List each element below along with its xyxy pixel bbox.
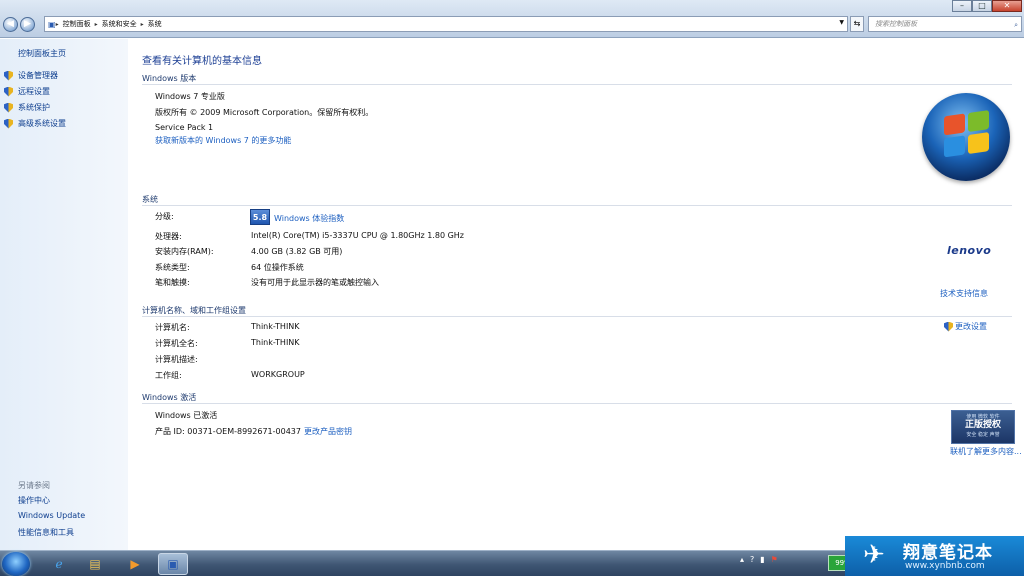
divider <box>142 316 1012 317</box>
genuine-software-badge[interactable]: 使用 微软 软件 正版授权 安全 稳定 声誉 <box>951 410 1015 444</box>
shield-icon <box>4 70 13 81</box>
system-window: – □ ✕ ◀ ▶ ▣ ▸ 控制面板 ▸ 系统和安全 ▸ 系统 ▼ ⇆ 搜索控制… <box>0 0 1024 550</box>
breadcrumb-system[interactable]: 系统 <box>148 19 162 29</box>
page-title: 查看有关计算机的基本信息 <box>142 56 262 67</box>
divider <box>142 403 1012 404</box>
address-bar[interactable]: ▣ ▸ 控制面板 ▸ 系统和安全 ▸ 系统 ▼ <box>44 16 848 32</box>
sidebar-item-system-protection[interactable]: 系统保护 <box>4 102 50 113</box>
start-button[interactable] <box>2 552 30 576</box>
site-watermark: ✈ 翔意笔记本 www.xynbnb.com <box>845 536 1024 576</box>
control-panel-taskbar-icon[interactable]: ▣ <box>158 553 188 575</box>
change-product-key-link[interactable]: 更改产品密钥 <box>304 426 352 437</box>
minimize-button[interactable]: – <box>952 0 972 12</box>
network-icon[interactable]: ▮ <box>760 555 764 564</box>
ram-label: 安装内存(RAM): <box>155 247 214 256</box>
genuine-badge-top: 使用 微软 软件 <box>966 414 1000 420</box>
shield-icon <box>944 321 953 332</box>
lenovo-logo: lenovo <box>947 244 992 257</box>
breadcrumb-separator: ▸ <box>140 20 144 28</box>
edition-name: Windows 7 专业版 <box>155 92 225 101</box>
section-edition: Windows 版本 <box>142 74 197 83</box>
processor-value: Intel(R) Core(TM) i5-3337U CPU @ 1.80GHz… <box>251 231 464 240</box>
forward-button[interactable]: ▶ <box>20 17 35 32</box>
refresh-button[interactable]: ⇆ <box>850 16 864 32</box>
sidebar-item-label: 系统保护 <box>18 103 50 112</box>
watermark-title: 翔意笔记本 <box>903 543 993 563</box>
pen-touch-value: 没有可用于此显示器的笔或触控输入 <box>251 278 379 287</box>
see-also-action-center[interactable]: 操作中心 <box>18 495 50 506</box>
copyright-text: 版权所有 © 2009 Microsoft Corporation。保留所有权利… <box>155 108 374 117</box>
sidebar-home-link[interactable]: 控制面板主页 <box>18 48 66 59</box>
search-input[interactable]: 搜索控制面板 ⌕ <box>868 16 1022 32</box>
section-activation: Windows 激活 <box>142 393 197 402</box>
sidebar: 控制面板主页 设备管理器 远程设置 系统保护 高级系统设置 另请参阅 操作中心 … <box>0 39 128 550</box>
search-placeholder: 搜索控制面板 <box>875 20 917 28</box>
sidebar-item-label: 高级系统设置 <box>18 119 66 128</box>
shield-icon <box>4 102 13 113</box>
search-icon[interactable]: ⌕ <box>1014 18 1018 32</box>
learn-more-link[interactable]: 联机了解更多内容... <box>950 446 1022 457</box>
change-settings-label: 更改设置 <box>955 322 987 331</box>
folder-icon[interactable]: ▤ <box>80 553 110 575</box>
experience-index-link[interactable]: Windows 体验指数 <box>274 213 344 224</box>
section-computer-name: 计算机名称、域和工作组设置 <box>142 306 246 315</box>
bird-logo-icon: ✈ <box>863 540 885 570</box>
back-button[interactable]: ◀ <box>3 17 18 32</box>
close-button[interactable]: ✕ <box>992 0 1022 12</box>
system-type-label: 系统类型: <box>155 263 190 272</box>
chevron-down-icon[interactable]: ▼ <box>839 19 844 26</box>
breadcrumb-control-panel[interactable]: 控制面板 <box>63 19 91 29</box>
genuine-badge-main: 正版授权 <box>964 420 1001 430</box>
experience-score-badge[interactable]: 5.8 <box>250 209 270 225</box>
control-panel-icon: ▣ <box>48 19 56 29</box>
sidebar-item-advanced-settings[interactable]: 高级系统设置 <box>4 118 66 129</box>
help-tray-icon[interactable]: ? <box>750 555 754 564</box>
main-content: 查看有关计算机的基本信息 Windows 版本 Windows 7 专业版 版权… <box>128 39 1024 550</box>
see-also-title: 另请参阅 <box>18 481 50 490</box>
breadcrumb-system-security[interactable]: 系统和安全 <box>102 19 137 29</box>
service-pack: Service Pack 1 <box>155 123 214 132</box>
see-also-windows-update[interactable]: Windows Update <box>18 511 85 520</box>
windows-logo-icon <box>922 93 1010 181</box>
flag-icon[interactable]: ⚑ <box>771 555 778 564</box>
activation-status: Windows 已激活 <box>155 411 218 420</box>
change-settings-link[interactable]: 更改设置 <box>944 321 987 332</box>
sidebar-item-remote-settings[interactable]: 远程设置 <box>4 86 50 97</box>
caption-buttons: – □ ✕ <box>952 0 1022 12</box>
watermark-url: www.xynbnb.com <box>905 561 985 571</box>
full-name-label: 计算机全名: <box>155 339 198 348</box>
sidebar-item-label: 远程设置 <box>18 87 50 96</box>
tray-arrow-icon[interactable]: ▴ <box>740 555 744 564</box>
maximize-button[interactable]: □ <box>972 0 992 12</box>
title-bar: – □ ✕ ◀ ▶ ▣ ▸ 控制面板 ▸ 系统和安全 ▸ 系统 ▼ ⇆ 搜索控制… <box>0 0 1024 38</box>
media-player-icon[interactable]: ▶ <box>120 553 150 575</box>
sidebar-item-device-manager[interactable]: 设备管理器 <box>4 70 58 81</box>
processor-label: 处理器: <box>155 232 182 241</box>
rating-label: 分级: <box>155 212 174 221</box>
shield-icon <box>4 86 13 97</box>
pen-touch-label: 笔和触摸: <box>155 278 190 287</box>
shield-icon <box>4 118 13 129</box>
ram-value: 4.00 GB (3.82 GB 可用) <box>251 247 343 256</box>
system-tray: ▴ ? ▮ ⚑ <box>740 555 778 564</box>
support-info-link[interactable]: 技术支持信息 <box>940 288 988 299</box>
internet-explorer-icon[interactable]: ℯ <box>44 553 74 575</box>
see-also-performance[interactable]: 性能信息和工具 <box>18 527 74 538</box>
workgroup-value: WORKGROUP <box>251 370 305 379</box>
full-name-value: Think-THINK <box>251 338 300 347</box>
more-features-link[interactable]: 获取新版本的 Windows 7 的更多功能 <box>155 135 291 146</box>
genuine-badge-bottom: 安全 稳定 声誉 <box>966 432 1000 438</box>
computer-name-label: 计算机名: <box>155 323 190 332</box>
breadcrumb-separator: ▸ <box>55 20 59 28</box>
computer-name-value: Think-THINK <box>251 322 300 331</box>
workgroup-label: 工作组: <box>155 371 182 380</box>
divider <box>142 205 1012 206</box>
breadcrumb-separator: ▸ <box>94 20 98 28</box>
sidebar-item-label: 设备管理器 <box>18 71 58 80</box>
section-system: 系统 <box>142 195 158 204</box>
divider <box>142 84 1012 85</box>
description-label: 计算机描述: <box>155 355 198 364</box>
product-id: 产品 ID: 00371-OEM-8992671-00437 <box>155 427 301 436</box>
system-type-value: 64 位操作系统 <box>251 263 304 272</box>
